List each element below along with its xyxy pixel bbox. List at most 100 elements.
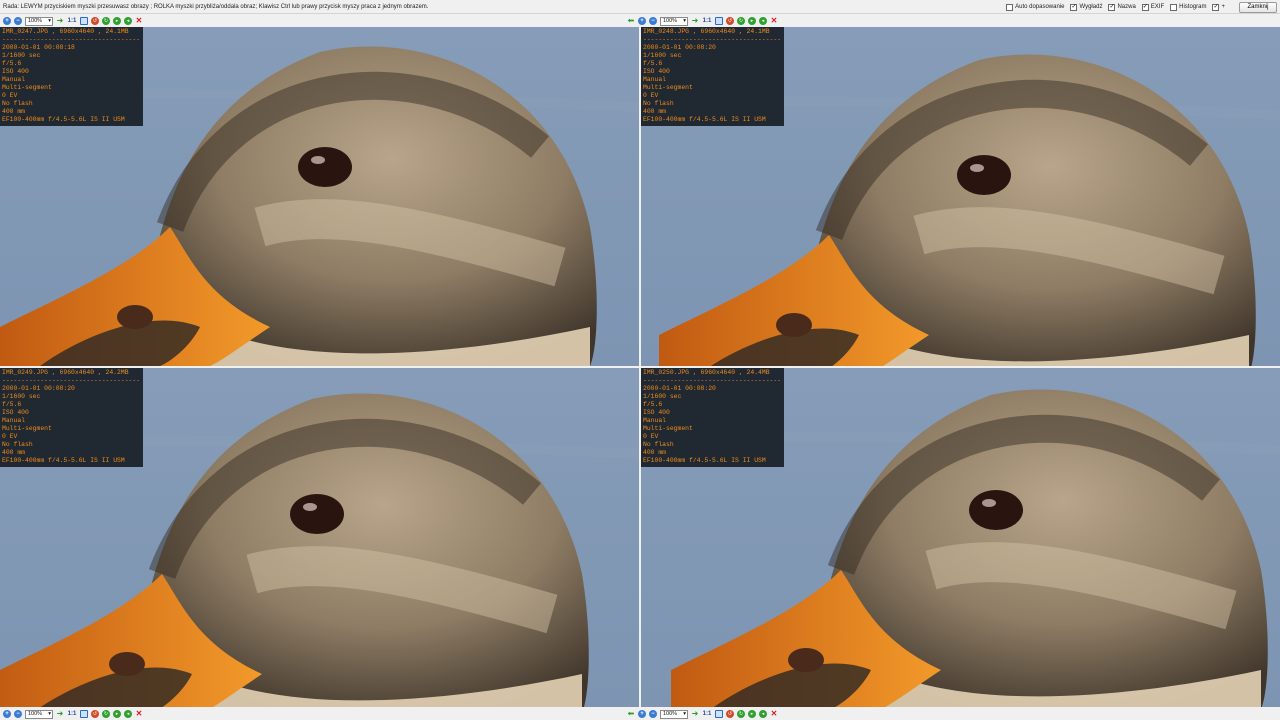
close-icon[interactable]: ✕ xyxy=(770,710,778,718)
option-exif[interactable]: ✓ EXIF xyxy=(1141,3,1164,11)
exif-line: ISO 400 xyxy=(643,409,670,416)
checkbox-checked[interactable]: ✓ xyxy=(1141,3,1149,11)
image-pane[interactable]: IMR_0248.JPG , 6960x4640 , 24.1MB -------… xyxy=(641,27,1280,366)
fit-icon[interactable] xyxy=(80,710,88,718)
arrow-left-icon[interactable]: ⬅ xyxy=(627,710,635,718)
one-to-one-button[interactable]: 1:1 xyxy=(67,710,77,718)
exif-line: 400 mm xyxy=(2,108,26,115)
arrow-right-icon[interactable]: ➜ xyxy=(691,17,699,25)
rotate-left-icon[interactable]: ↺ xyxy=(726,710,734,718)
exif-line: Multi-segment xyxy=(2,84,52,91)
next-icon[interactable]: ▸ xyxy=(113,17,121,25)
zoom-select[interactable]: 100% ▾ xyxy=(25,16,53,26)
close-icon[interactable]: ✕ xyxy=(135,710,143,718)
image-pane[interactable]: IMR_0249.JPG , 6960x4640 , 24.2MB -------… xyxy=(0,368,639,707)
rotate-right-icon[interactable]: ↻ xyxy=(737,17,745,25)
next-icon[interactable]: ▸ xyxy=(748,710,756,718)
checkbox[interactable] xyxy=(1006,3,1014,11)
exif-line: ISO 400 xyxy=(643,68,670,75)
chevron-down-icon: ▾ xyxy=(48,18,51,24)
exif-line: No flash xyxy=(2,441,33,448)
exif-line: 2000-01-01 00:08:20 xyxy=(2,385,75,392)
option-smooth[interactable]: ✓ Wygładź xyxy=(1070,3,1103,11)
options-bar: Auto dopasowanie ✓ Wygładź ✓ Nazwa ✓ EXIF H… xyxy=(1006,1,1277,13)
one-to-one-button[interactable]: 1:1 xyxy=(67,17,77,25)
zoom-in-icon[interactable]: + xyxy=(638,17,646,25)
fit-icon[interactable] xyxy=(80,17,88,25)
exif-line: 0 EV xyxy=(2,92,18,99)
back-icon[interactable]: ◂ xyxy=(124,710,132,718)
checkbox[interactable] xyxy=(1170,3,1178,11)
exif-line: f/5.6 xyxy=(643,60,663,67)
exif-line: f/5.6 xyxy=(2,401,22,408)
exif-line: 0 EV xyxy=(643,433,659,440)
zoom-in-icon[interactable]: + xyxy=(638,710,646,718)
rotate-right-icon[interactable]: ↻ xyxy=(102,710,110,718)
one-to-one-button[interactable]: 1:1 xyxy=(702,17,712,25)
rotate-left-icon[interactable]: ↺ xyxy=(726,17,734,25)
exif-line: EF100-400mm f/4.5-5.6L IS II USM xyxy=(643,457,766,464)
zoom-in-icon[interactable]: + xyxy=(3,17,11,25)
option-auto-fit[interactable]: Auto dopasowanie xyxy=(1006,3,1065,11)
exif-line: 400 mm xyxy=(2,449,26,456)
zoom-in-icon[interactable]: + xyxy=(3,710,11,718)
zoom-select[interactable]: 100% ▾ xyxy=(660,16,688,26)
rotate-left-icon[interactable]: ↺ xyxy=(91,710,99,718)
rotate-left-icon[interactable]: ↺ xyxy=(91,17,99,25)
exif-line: No flash xyxy=(2,100,33,107)
exif-line: No flash xyxy=(643,100,674,107)
exif-line: 400 mm xyxy=(643,449,667,456)
exif-line: 1/1600 sec xyxy=(643,52,682,59)
exif-line: ISO 400 xyxy=(2,68,29,75)
zoom-value: 100% xyxy=(28,711,43,717)
exif-separator: ----------------------------------------… xyxy=(2,36,141,43)
checkbox-checked[interactable]: ✓ xyxy=(1212,3,1220,11)
image-pane[interactable]: IMR_0247.JPG , 6960x4640 , 24.1MB -------… xyxy=(0,27,639,366)
arrow-left-icon[interactable]: ⬅ xyxy=(627,17,635,25)
top-bar: Rada: LEWYM przyciskiem myszki przesuwas… xyxy=(0,0,1280,14)
zoom-out-icon[interactable]: − xyxy=(649,17,657,25)
chevron-down-icon: ▾ xyxy=(48,711,51,717)
exif-overlay: IMR_0249.JPG , 6960x4640 , 24.2MB -------… xyxy=(0,368,143,467)
zoom-out-icon[interactable]: − xyxy=(14,17,22,25)
option-label: Nazwa xyxy=(1117,4,1136,10)
exif-line: Manual xyxy=(643,417,667,424)
zoom-value: 100% xyxy=(663,711,678,717)
zoom-select[interactable]: 100% ▾ xyxy=(660,709,688,719)
option-label: Wygładź xyxy=(1079,4,1103,10)
fit-icon[interactable] xyxy=(715,710,723,718)
arrow-right-icon[interactable]: ➜ xyxy=(56,710,64,718)
back-icon[interactable]: ◂ xyxy=(124,17,132,25)
exif-filename: IMR_0247.JPG , 6960x4640 , 24.1MB xyxy=(2,28,129,35)
one-to-one-button[interactable]: 1:1 xyxy=(702,710,712,718)
arrow-right-icon[interactable]: ➜ xyxy=(691,710,699,718)
image-pane[interactable]: IMR_0250.JPG , 6960x4640 , 24.4MB -------… xyxy=(641,368,1280,707)
option-histogram[interactable]: Histogram xyxy=(1170,3,1206,11)
close-button[interactable]: Zamknij xyxy=(1239,1,1277,13)
zoom-out-icon[interactable]: − xyxy=(14,710,22,718)
back-icon[interactable]: ◂ xyxy=(759,17,767,25)
next-icon[interactable]: ▸ xyxy=(113,710,121,718)
exif-line: f/5.6 xyxy=(643,401,663,408)
back-icon[interactable]: ◂ xyxy=(759,710,767,718)
exif-filename: IMR_0248.JPG , 6960x4640 , 24.1MB xyxy=(643,28,770,35)
option-name[interactable]: ✓ Nazwa xyxy=(1108,3,1136,11)
zoom-out-icon[interactable]: − xyxy=(649,710,657,718)
exif-overlay: IMR_0250.JPG , 6960x4640 , 24.4MB -------… xyxy=(641,368,784,467)
arrow-right-icon[interactable]: ➜ xyxy=(56,17,64,25)
next-icon[interactable]: ▸ xyxy=(748,17,756,25)
exif-overlay: IMR_0248.JPG , 6960x4640 , 24.1MB -------… xyxy=(641,27,784,126)
hint-text: Rada: LEWYM przyciskiem myszki przesuwas… xyxy=(3,4,429,10)
option-plus[interactable]: ✓ + xyxy=(1212,3,1225,11)
rotate-right-icon[interactable]: ↻ xyxy=(102,17,110,25)
fit-icon[interactable] xyxy=(715,17,723,25)
close-icon[interactable]: ✕ xyxy=(770,17,778,25)
checkbox-checked[interactable]: ✓ xyxy=(1108,3,1116,11)
exif-line: 400 mm xyxy=(643,108,667,115)
checkbox-checked[interactable]: ✓ xyxy=(1070,3,1078,11)
close-icon[interactable]: ✕ xyxy=(135,17,143,25)
rotate-right-icon[interactable]: ↻ xyxy=(737,710,745,718)
zoom-select[interactable]: 100% ▾ xyxy=(25,709,53,719)
exif-line: 2000-01-01 00:08:18 xyxy=(2,44,75,51)
option-label: Auto dopasowanie xyxy=(1015,4,1065,10)
